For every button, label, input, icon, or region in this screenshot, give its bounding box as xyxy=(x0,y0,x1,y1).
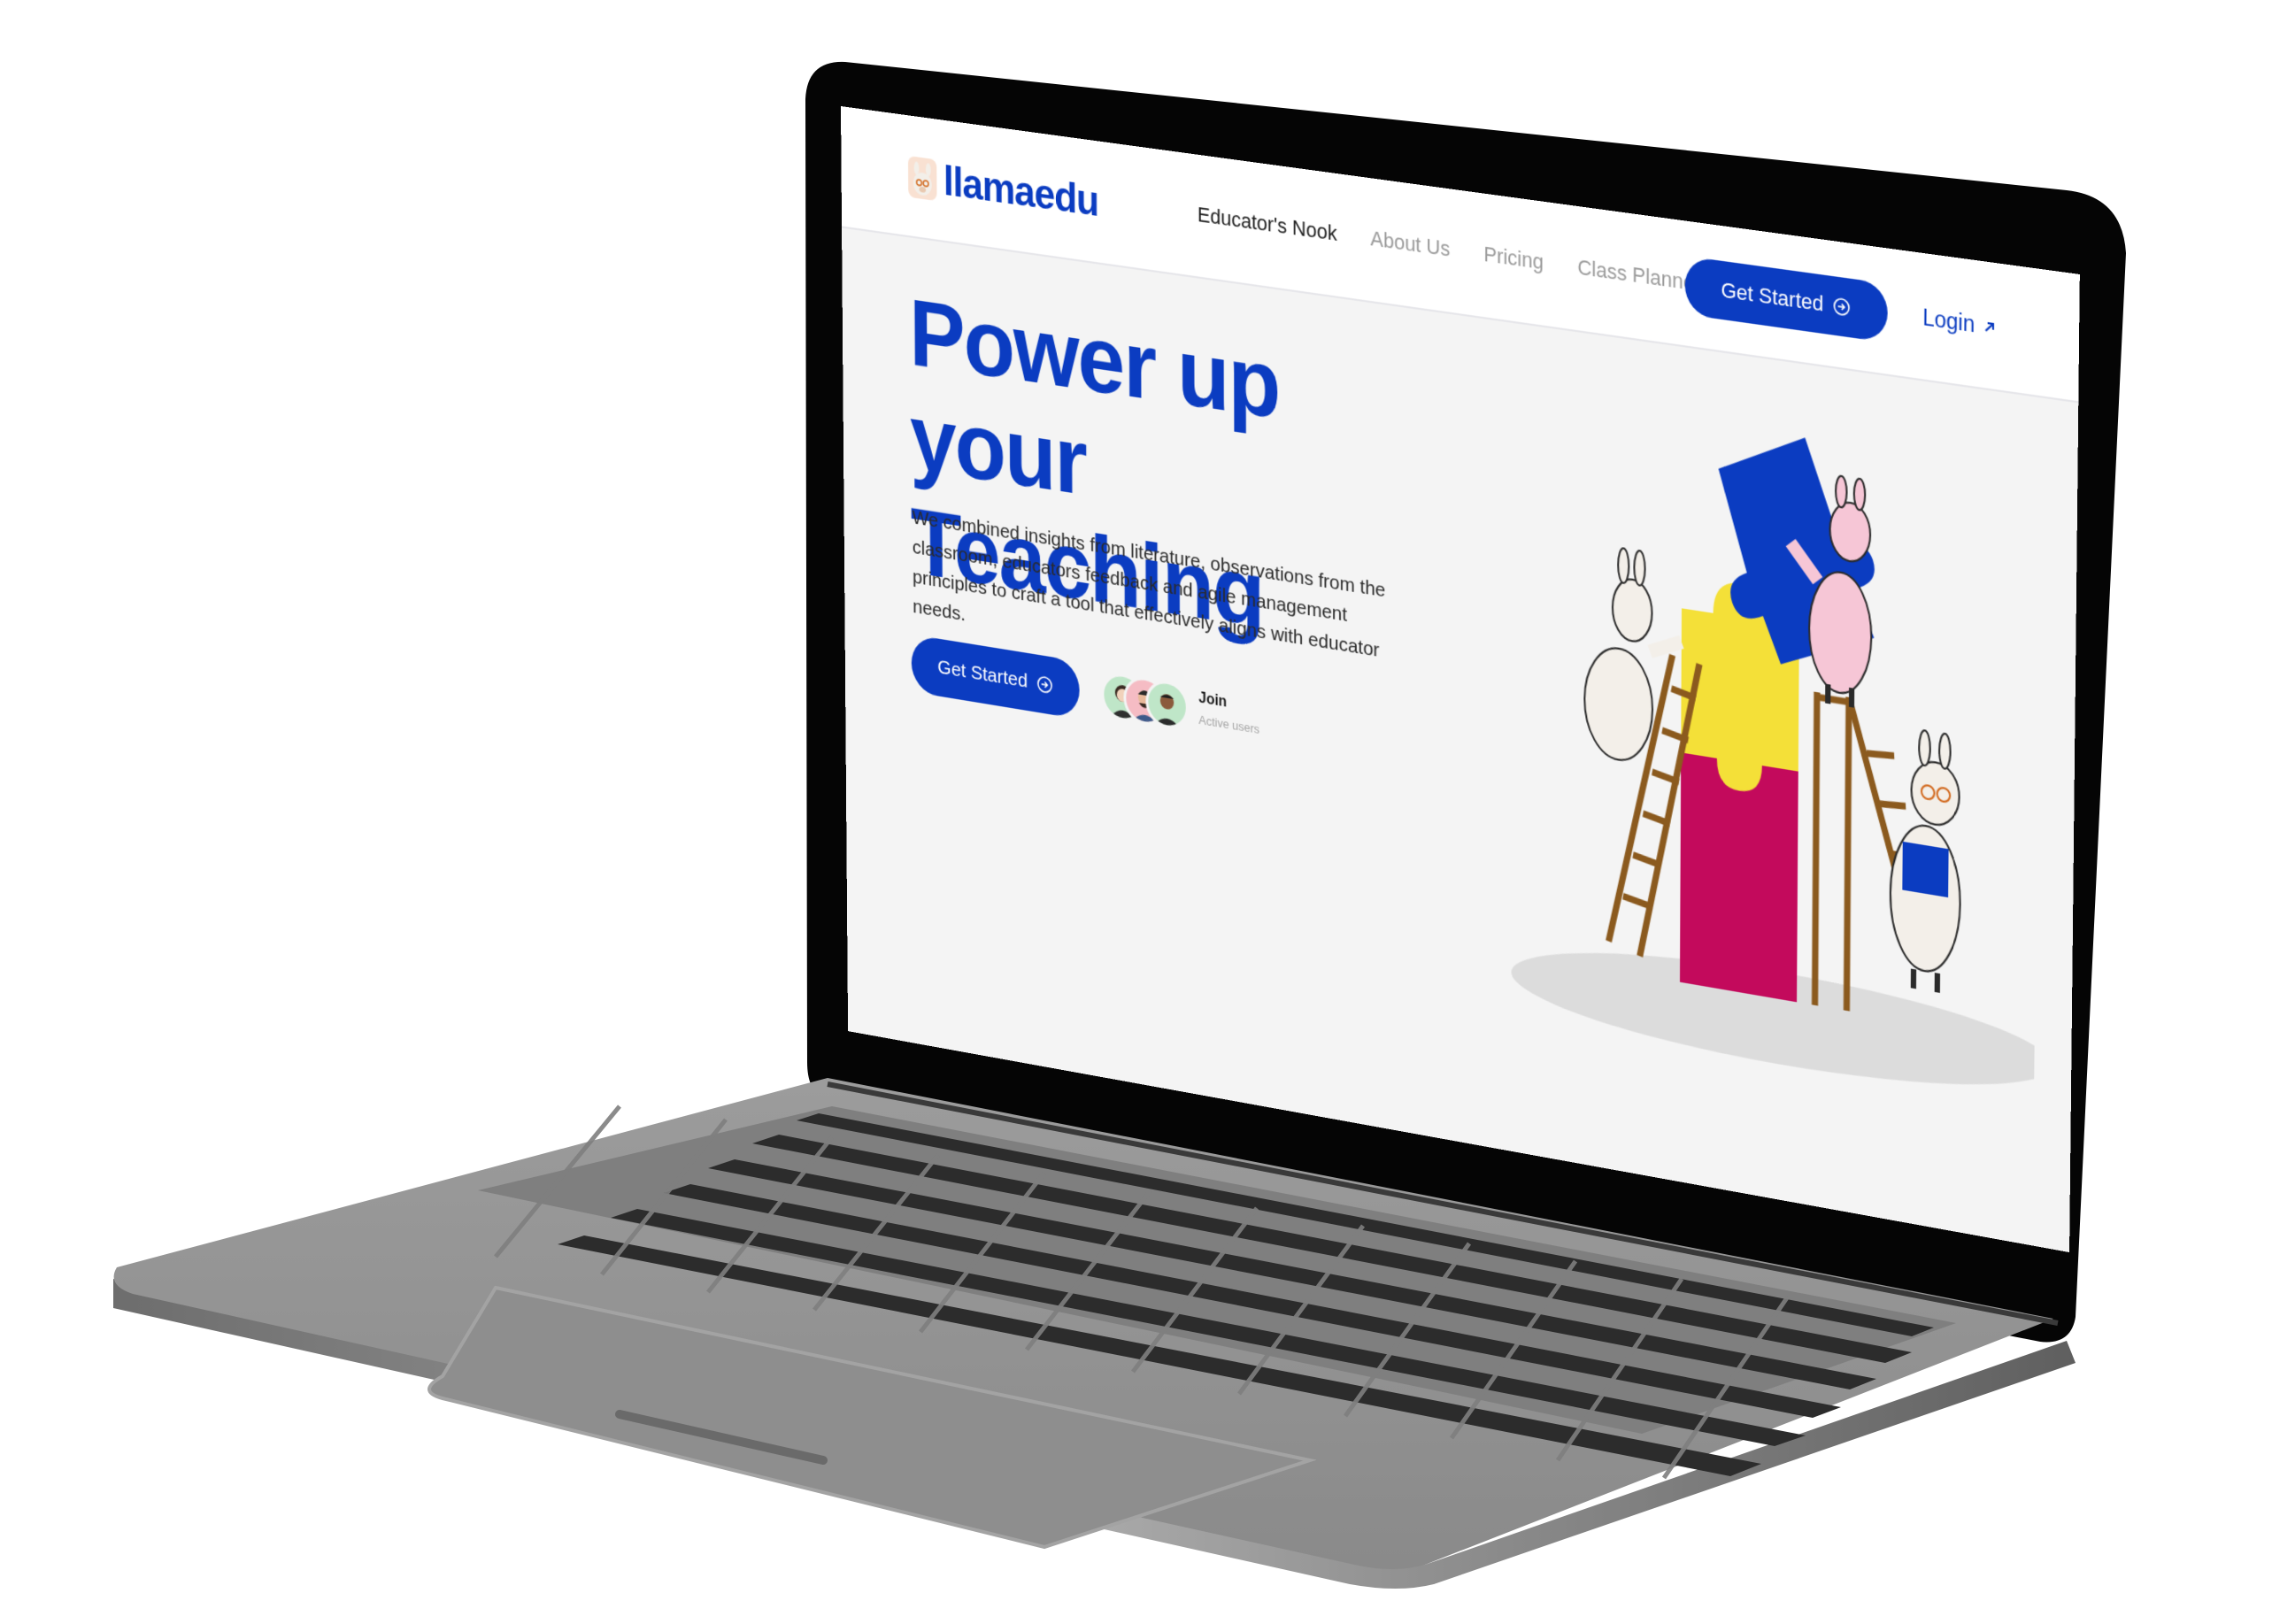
active-users-label: Active users xyxy=(1198,712,1260,737)
llama-puzzle-illustration xyxy=(1511,425,2041,1112)
nav-educators-nook[interactable]: Educator's Nook xyxy=(1198,202,1337,246)
hero-get-started-button[interactable]: Get Started xyxy=(911,634,1080,720)
llama-white-left xyxy=(1584,543,1682,770)
circle-arrow-right-icon xyxy=(1036,674,1053,696)
header-get-started-label: Get Started xyxy=(1721,277,1824,317)
nav-class-planner[interactable]: Class Planner xyxy=(1577,255,1700,297)
circle-arrow-right-icon xyxy=(1833,296,1852,318)
active-user-avatars xyxy=(1101,670,1189,732)
login-label: Login xyxy=(1922,304,1975,337)
llama-logo-icon xyxy=(907,155,937,202)
nav-about-us[interactable]: About Us xyxy=(1370,226,1450,262)
login-link[interactable]: Login xyxy=(1922,304,1997,342)
logo-text: llamaedu xyxy=(943,158,1099,226)
logo[interactable]: llamaedu xyxy=(907,153,1099,227)
main-nav: Educator's Nook About Us Pricing Class P… xyxy=(1198,202,1701,296)
hero-get-started-label: Get Started xyxy=(937,656,1028,693)
join-label: Join xyxy=(1198,689,1228,711)
hero-title-line1: Power up your xyxy=(908,279,1280,516)
header-get-started-button[interactable]: Get Started xyxy=(1684,256,1888,343)
llama-white-right xyxy=(1890,726,1961,997)
arrow-up-right-icon xyxy=(1983,318,1998,335)
nav-pricing[interactable]: Pricing xyxy=(1483,242,1544,275)
